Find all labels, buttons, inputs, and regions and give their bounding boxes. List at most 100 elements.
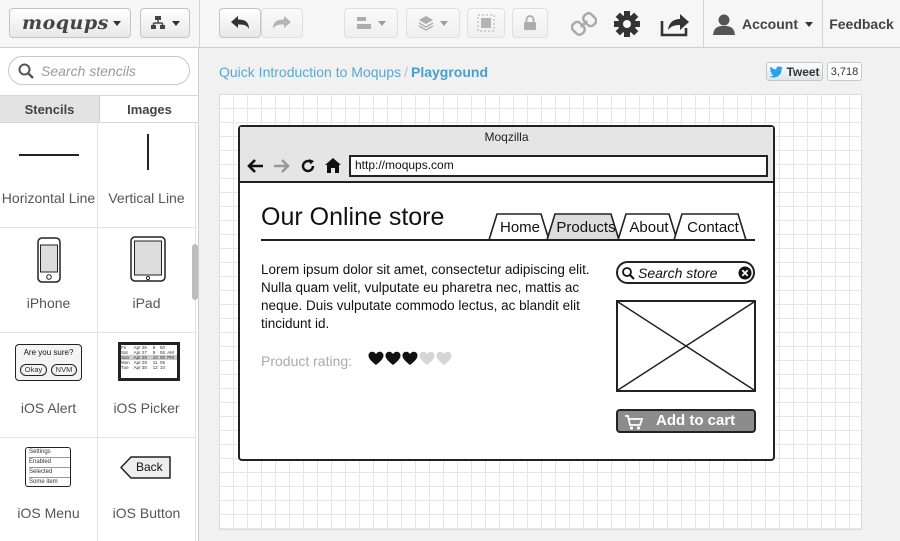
breadcrumb-separator: /	[404, 64, 408, 80]
layers-icon	[418, 16, 434, 31]
stencil-label: iOS Menu	[17, 505, 80, 521]
stencil-iphone[interactable]: iPhone	[0, 228, 98, 333]
stencil-search[interactable]	[8, 56, 190, 85]
align-button[interactable]	[344, 8, 398, 38]
picker-cell: Tue	[121, 365, 129, 370]
stencil-grid: Horizontal Line Vertical Line iPhone iPa…	[0, 123, 197, 541]
picker-cell	[167, 365, 177, 370]
share-icon[interactable]	[659, 11, 691, 37]
alert-preview-ok: Okay	[20, 364, 47, 376]
stencil-ios-alert[interactable]: Are you sure? Okay NVM iOS Alert	[0, 333, 98, 438]
product-description: Lorem ipsum dolor sit amet, consectetur …	[261, 262, 590, 331]
heart-empty-icon[interactable]	[436, 351, 452, 366]
nav-tab-about[interactable]: About	[624, 213, 674, 241]
group-button[interactable]	[467, 8, 505, 38]
search-icon	[18, 63, 34, 79]
nav-tab-contact[interactable]: Contact	[680, 213, 746, 241]
button-preview-label: Back	[136, 460, 163, 474]
stencil-vertical-line[interactable]: Vertical Line	[98, 123, 196, 228]
picker-cell: Apr 30	[133, 365, 147, 370]
group-icon	[477, 14, 495, 32]
app-logo: moqups	[22, 12, 109, 34]
stencil-ipad[interactable]: iPad	[98, 228, 196, 333]
reload-icon	[301, 159, 315, 173]
browser-window-mockup[interactable]: Moqzilla http://moqups.com Our Online st…	[238, 125, 775, 461]
redo-button[interactable]	[261, 8, 303, 38]
forward-arrow-icon	[274, 159, 290, 173]
heart-filled-icon[interactable]	[368, 351, 384, 366]
tab-stencils[interactable]: Stencils	[0, 96, 100, 122]
breadcrumb: Quick Introduction to Moqups / Playground	[219, 64, 488, 80]
heart-filled-icon[interactable]	[385, 351, 401, 366]
chevron-down-icon	[378, 20, 386, 26]
clear-icon[interactable]	[738, 266, 752, 280]
cart-icon	[625, 415, 644, 430]
stencil-horizontal-line[interactable]: Horizontal Line	[0, 123, 98, 228]
alert-preview-cancel: NVM	[51, 364, 77, 376]
user-icon	[713, 14, 735, 35]
url-bar: http://moqups.com	[349, 155, 768, 177]
image-placeholder-cross	[618, 302, 754, 390]
stencil-ios-picker[interactable]: Fri Apr 26 8 50 Sat Apr 27 9 55 AM Sun Apr 28 10 0…	[98, 333, 196, 438]
divider	[199, 0, 200, 48]
stencil-label: iOS Alert	[20, 400, 77, 416]
lock-icon	[524, 15, 536, 30]
stencil-label: Horizontal Line	[1, 190, 96, 206]
account-label: Account	[742, 16, 798, 32]
horizontal-line-icon	[19, 154, 79, 156]
vertical-line-icon	[147, 134, 149, 170]
menu-preview-item: Settings	[29, 448, 70, 458]
align-icon	[357, 17, 371, 29]
logo-menu-button[interactable]: moqups	[9, 8, 131, 38]
nav-underline	[261, 239, 755, 241]
picker-cell: 10	[160, 365, 166, 370]
browser-window-title: Moqzilla	[484, 130, 529, 144]
tweet-label: Tweet	[786, 64, 820, 79]
lock-button[interactable]	[512, 8, 548, 38]
chevron-down-icon	[172, 20, 180, 26]
tweet-button[interactable]: Tweet	[766, 62, 823, 81]
picker-preview-table: Fri Apr 26 8 50 Sat Apr 27 9 55 AM Sun Apr 28 10 0…	[121, 345, 177, 370]
stencil-label: iOS Button	[112, 505, 181, 521]
nav-tab-products[interactable]: Products	[553, 213, 619, 241]
tab-images[interactable]: Images	[100, 96, 199, 122]
search-input[interactable]	[41, 62, 181, 79]
rating-hearts[interactable]	[368, 351, 452, 366]
sidebar-tabs: Stencils Images	[0, 95, 199, 123]
sidebar-scrollbar[interactable]	[192, 244, 198, 300]
feedback-button[interactable]: Feedback	[823, 0, 900, 48]
heart-filled-icon[interactable]	[402, 351, 418, 366]
breadcrumb-current[interactable]: Playground	[411, 64, 488, 80]
sitemap-icon	[151, 16, 165, 29]
link-icon[interactable]	[571, 11, 597, 37]
gear-icon[interactable]	[613, 10, 641, 38]
menu-preview-item: Some item	[29, 479, 58, 485]
search-icon	[622, 267, 635, 280]
stencil-ios-menu[interactable]: Settings Enabled Selected Some item iOS …	[0, 438, 98, 541]
arrange-button[interactable]	[406, 8, 460, 38]
ios-alert-icon: Are you sure? Okay NVM	[15, 344, 82, 381]
chevron-down-icon	[805, 21, 813, 27]
stencil-label: Vertical Line	[108, 190, 185, 206]
iphone-icon	[37, 237, 61, 283]
stencil-label: iPad	[132, 295, 161, 311]
ios-button-icon: Back	[120, 456, 172, 479]
sitemap-button[interactable]	[140, 8, 190, 38]
store-search-placeholder: Search store	[638, 265, 718, 281]
add-to-cart-button[interactable]: Add to cart	[616, 409, 756, 433]
tweet-count: 3,718	[827, 62, 862, 81]
chevron-down-icon	[440, 20, 448, 26]
breadcrumb-parent-link[interactable]: Quick Introduction to Moqups	[219, 64, 401, 80]
ipad-icon	[130, 236, 166, 282]
stencil-ios-button[interactable]: Back iOS Button	[98, 438, 196, 541]
nav-tab-home[interactable]: Home	[495, 213, 545, 241]
top-toolbar: moqups Account Feedback	[0, 0, 900, 48]
store-search-field[interactable]: Search store	[616, 261, 755, 284]
ios-picker-icon: Fri Apr 26 8 50 Sat Apr 27 9 55 AM Sun Apr 28 10 0…	[118, 342, 180, 381]
undo-button[interactable]	[219, 8, 261, 38]
browser-titlebar: Moqzilla http://moqups.com	[240, 127, 773, 183]
heart-empty-icon[interactable]	[419, 351, 435, 366]
rating-label: Product rating:	[261, 353, 353, 369]
account-menu[interactable]: Account	[704, 0, 822, 48]
home-icon	[325, 158, 341, 173]
